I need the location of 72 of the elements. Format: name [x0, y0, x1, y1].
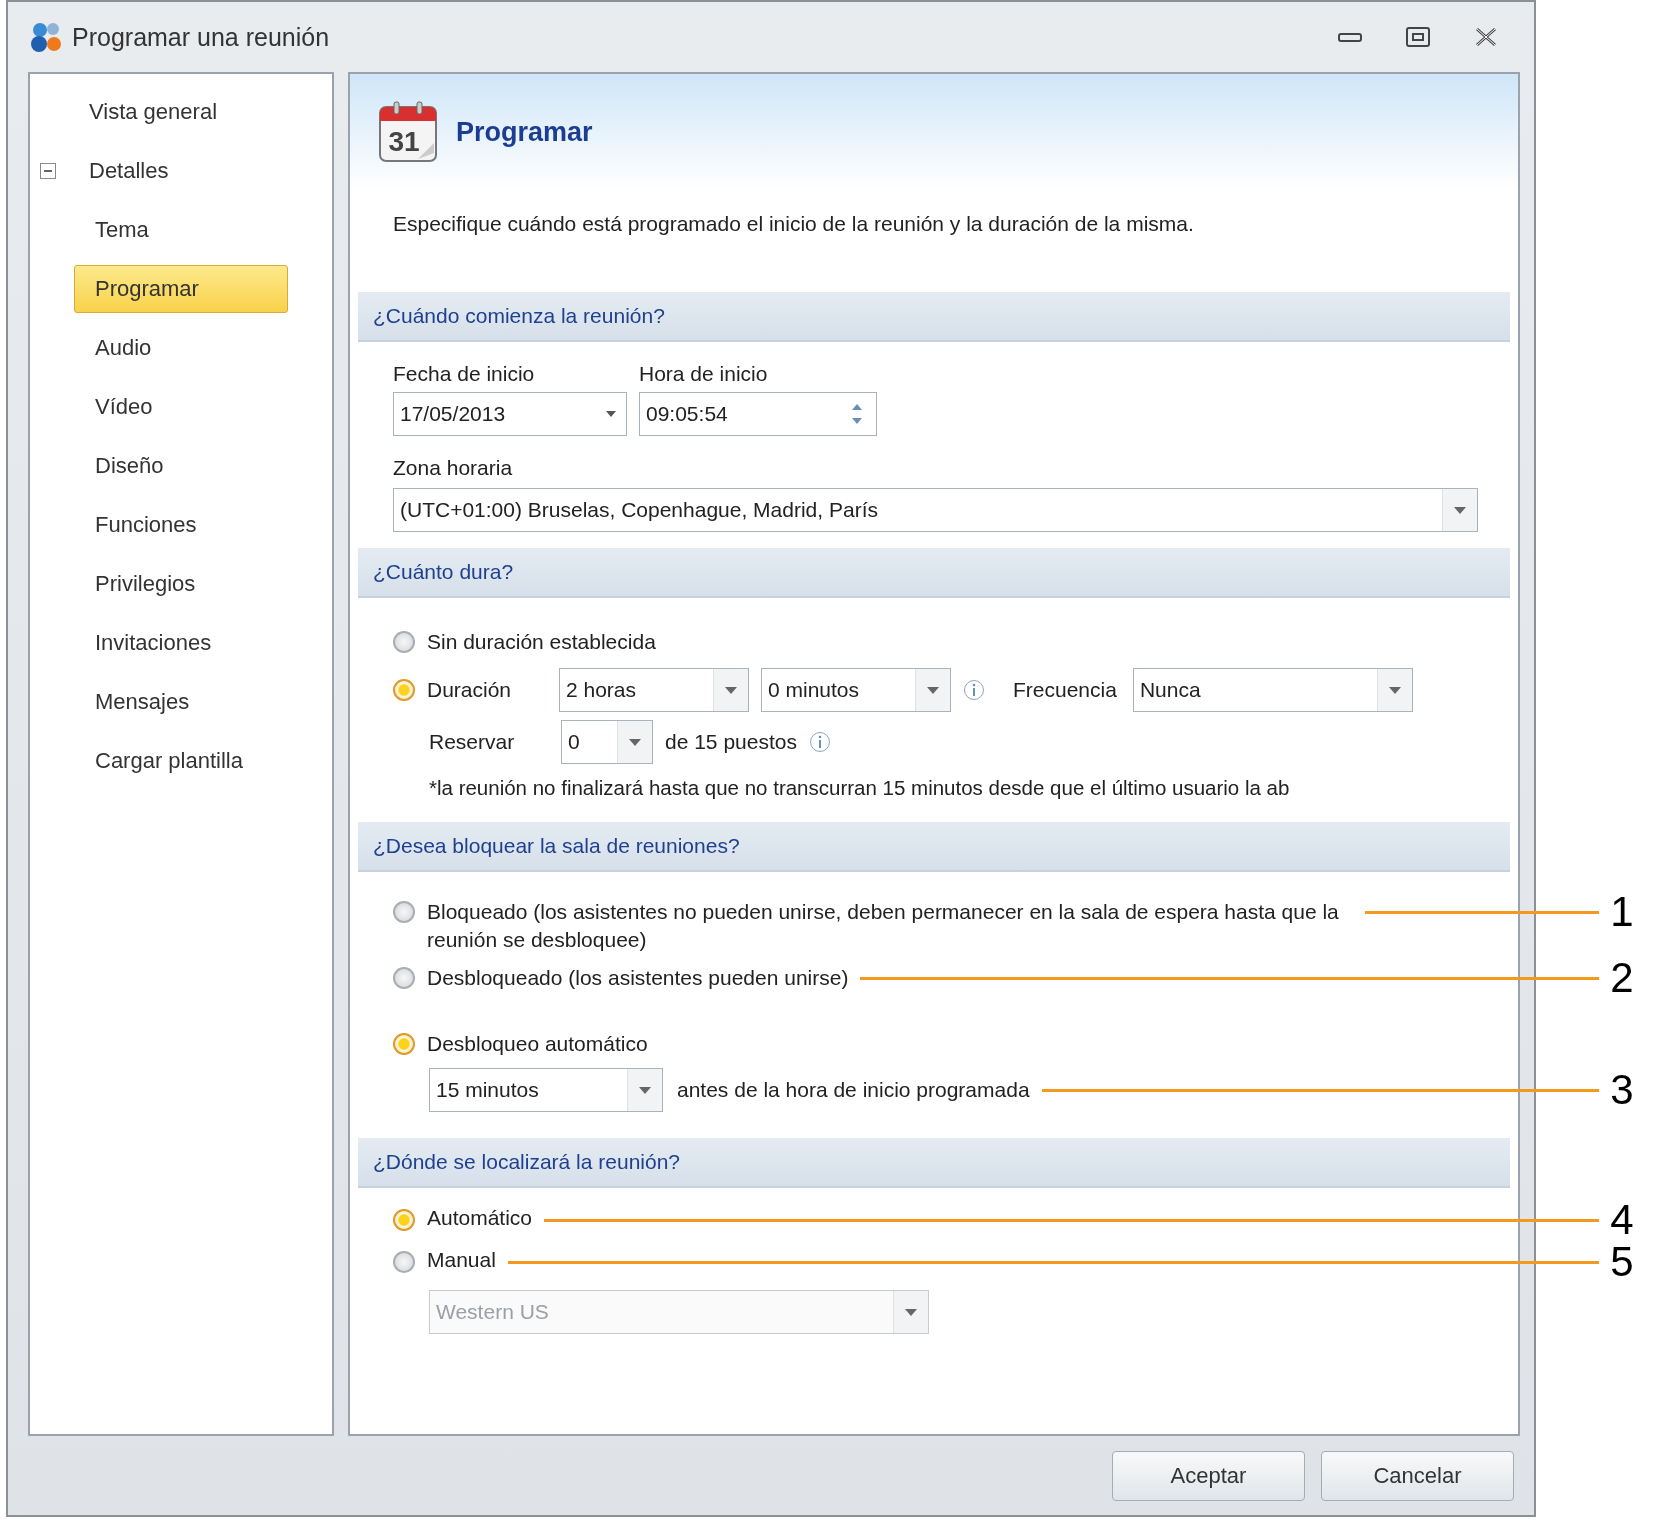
hours-dropdown[interactable]: 2 horas [559, 668, 749, 712]
window-title: Programar una reunión [72, 22, 330, 52]
nav-item[interactable]: Mensajes [74, 677, 211, 726]
caret-icon [639, 1086, 651, 1094]
callout-number: 4 [1609, 1198, 1635, 1242]
callout-number: 1 [1609, 890, 1635, 934]
field-label: Frecuencia [1013, 678, 1117, 702]
callout-number: 5 [1609, 1240, 1635, 1284]
caret-icon [606, 411, 616, 417]
nav-item[interactable]: Tema [74, 205, 170, 254]
nav-item[interactable]: Invitaciones [74, 618, 233, 667]
field-label: Fecha de inicio [393, 362, 536, 386]
page-title: Programar [456, 116, 593, 148]
caret-icon [629, 738, 641, 746]
radio-button[interactable] [393, 1251, 415, 1273]
section-header: ¿Cuándo comienza la reunión? [358, 292, 1510, 342]
frequency-dropdown[interactable]: Nunca [1132, 668, 1413, 712]
caret-icon [905, 1308, 917, 1316]
option-label: Desbloqueado (los asistentes pueden unirse) [427, 965, 849, 991]
callout-number: 2 [1609, 956, 1635, 1000]
option-label: Bloqueado (los asistentes no pueden unirse, deben permanecer en la sala de espera hasta que la reunión se desbloquee) [427, 899, 1340, 953]
option-label: Duración [427, 678, 513, 702]
nav-item[interactable]: Vista general [68, 87, 238, 136]
nav-item[interactable]: Cargar plantilla [74, 736, 264, 785]
radio-button[interactable] [393, 1209, 415, 1231]
option-label: Manual [427, 1248, 496, 1272]
ok-button[interactable]: Aceptar [1112, 1450, 1305, 1501]
app-icon [28, 20, 64, 54]
seats-text: de 15 puestos [665, 730, 797, 754]
section-header: ¿Dónde se localizará la reunión? [358, 1138, 1510, 1188]
unlock-time-dropdown[interactable]: 15 minutos [429, 1068, 663, 1112]
restore-icon[interactable] [1406, 27, 1430, 47]
collapse-icon[interactable] [40, 162, 56, 179]
field-label: Reservar [429, 730, 516, 754]
caret-icon [927, 686, 939, 694]
nav-item[interactable]: Audio [74, 323, 173, 372]
nav-item[interactable]: Detalles [68, 146, 190, 195]
reserve-dropdown[interactable]: 0 [561, 720, 653, 764]
description-text: Especifique cuándo está programado el inicio de la reunión y la duración de la misma. [393, 212, 1195, 236]
radio-button[interactable] [393, 1033, 415, 1055]
callout-number: 3 [1609, 1068, 1635, 1112]
nav-item[interactable]: Vídeo [74, 382, 174, 431]
radio-button[interactable] [393, 679, 415, 701]
minimize-icon[interactable] [1338, 31, 1362, 43]
nav-item[interactable]: Privilegios [74, 559, 217, 608]
spinner-icon[interactable] [852, 403, 862, 425]
caret-icon [1454, 506, 1466, 514]
radio-button[interactable] [393, 631, 415, 653]
timezone-dropdown[interactable]: (UTC+01:00) Bruselas, Copenhague, Madrid, París [393, 488, 1478, 532]
cancel-button[interactable]: Cancelar [1321, 1450, 1514, 1501]
section-header: ¿Desea bloquear la sala de reuniones? [358, 822, 1510, 872]
note-text: *la reunión no finalizará hasta que no transcurran 15 minutos desde que el último usuario la ab [429, 776, 1291, 800]
info-icon[interactable] [808, 731, 831, 753]
option-label: Desbloqueo automático [427, 1031, 648, 1057]
date-field[interactable]: 17/05/2013 [393, 392, 627, 436]
nav-item[interactable]: Programar [74, 264, 288, 313]
option-label: antes de la hora de inicio programada [677, 1078, 1030, 1102]
minutes-dropdown[interactable]: 0 minutos [761, 668, 951, 712]
nav-item[interactable]: Funciones [74, 500, 218, 549]
section-header: ¿Cuánto dura? [358, 548, 1510, 598]
nav-item[interactable]: Diseño [74, 441, 185, 490]
field-label: Hora de inicio [639, 362, 769, 386]
time-field[interactable]: 09:05:54 [639, 392, 877, 436]
option-label: Sin duración establecida [427, 630, 656, 654]
caret-icon [725, 686, 737, 694]
option-label: Automático [427, 1206, 533, 1230]
radio-button[interactable] [393, 967, 415, 989]
radio-button[interactable] [393, 901, 415, 923]
caret-icon [1388, 686, 1401, 694]
field-label: Zona horaria [393, 456, 514, 480]
info-icon[interactable] [963, 679, 985, 701]
close-icon[interactable] [1474, 27, 1498, 47]
